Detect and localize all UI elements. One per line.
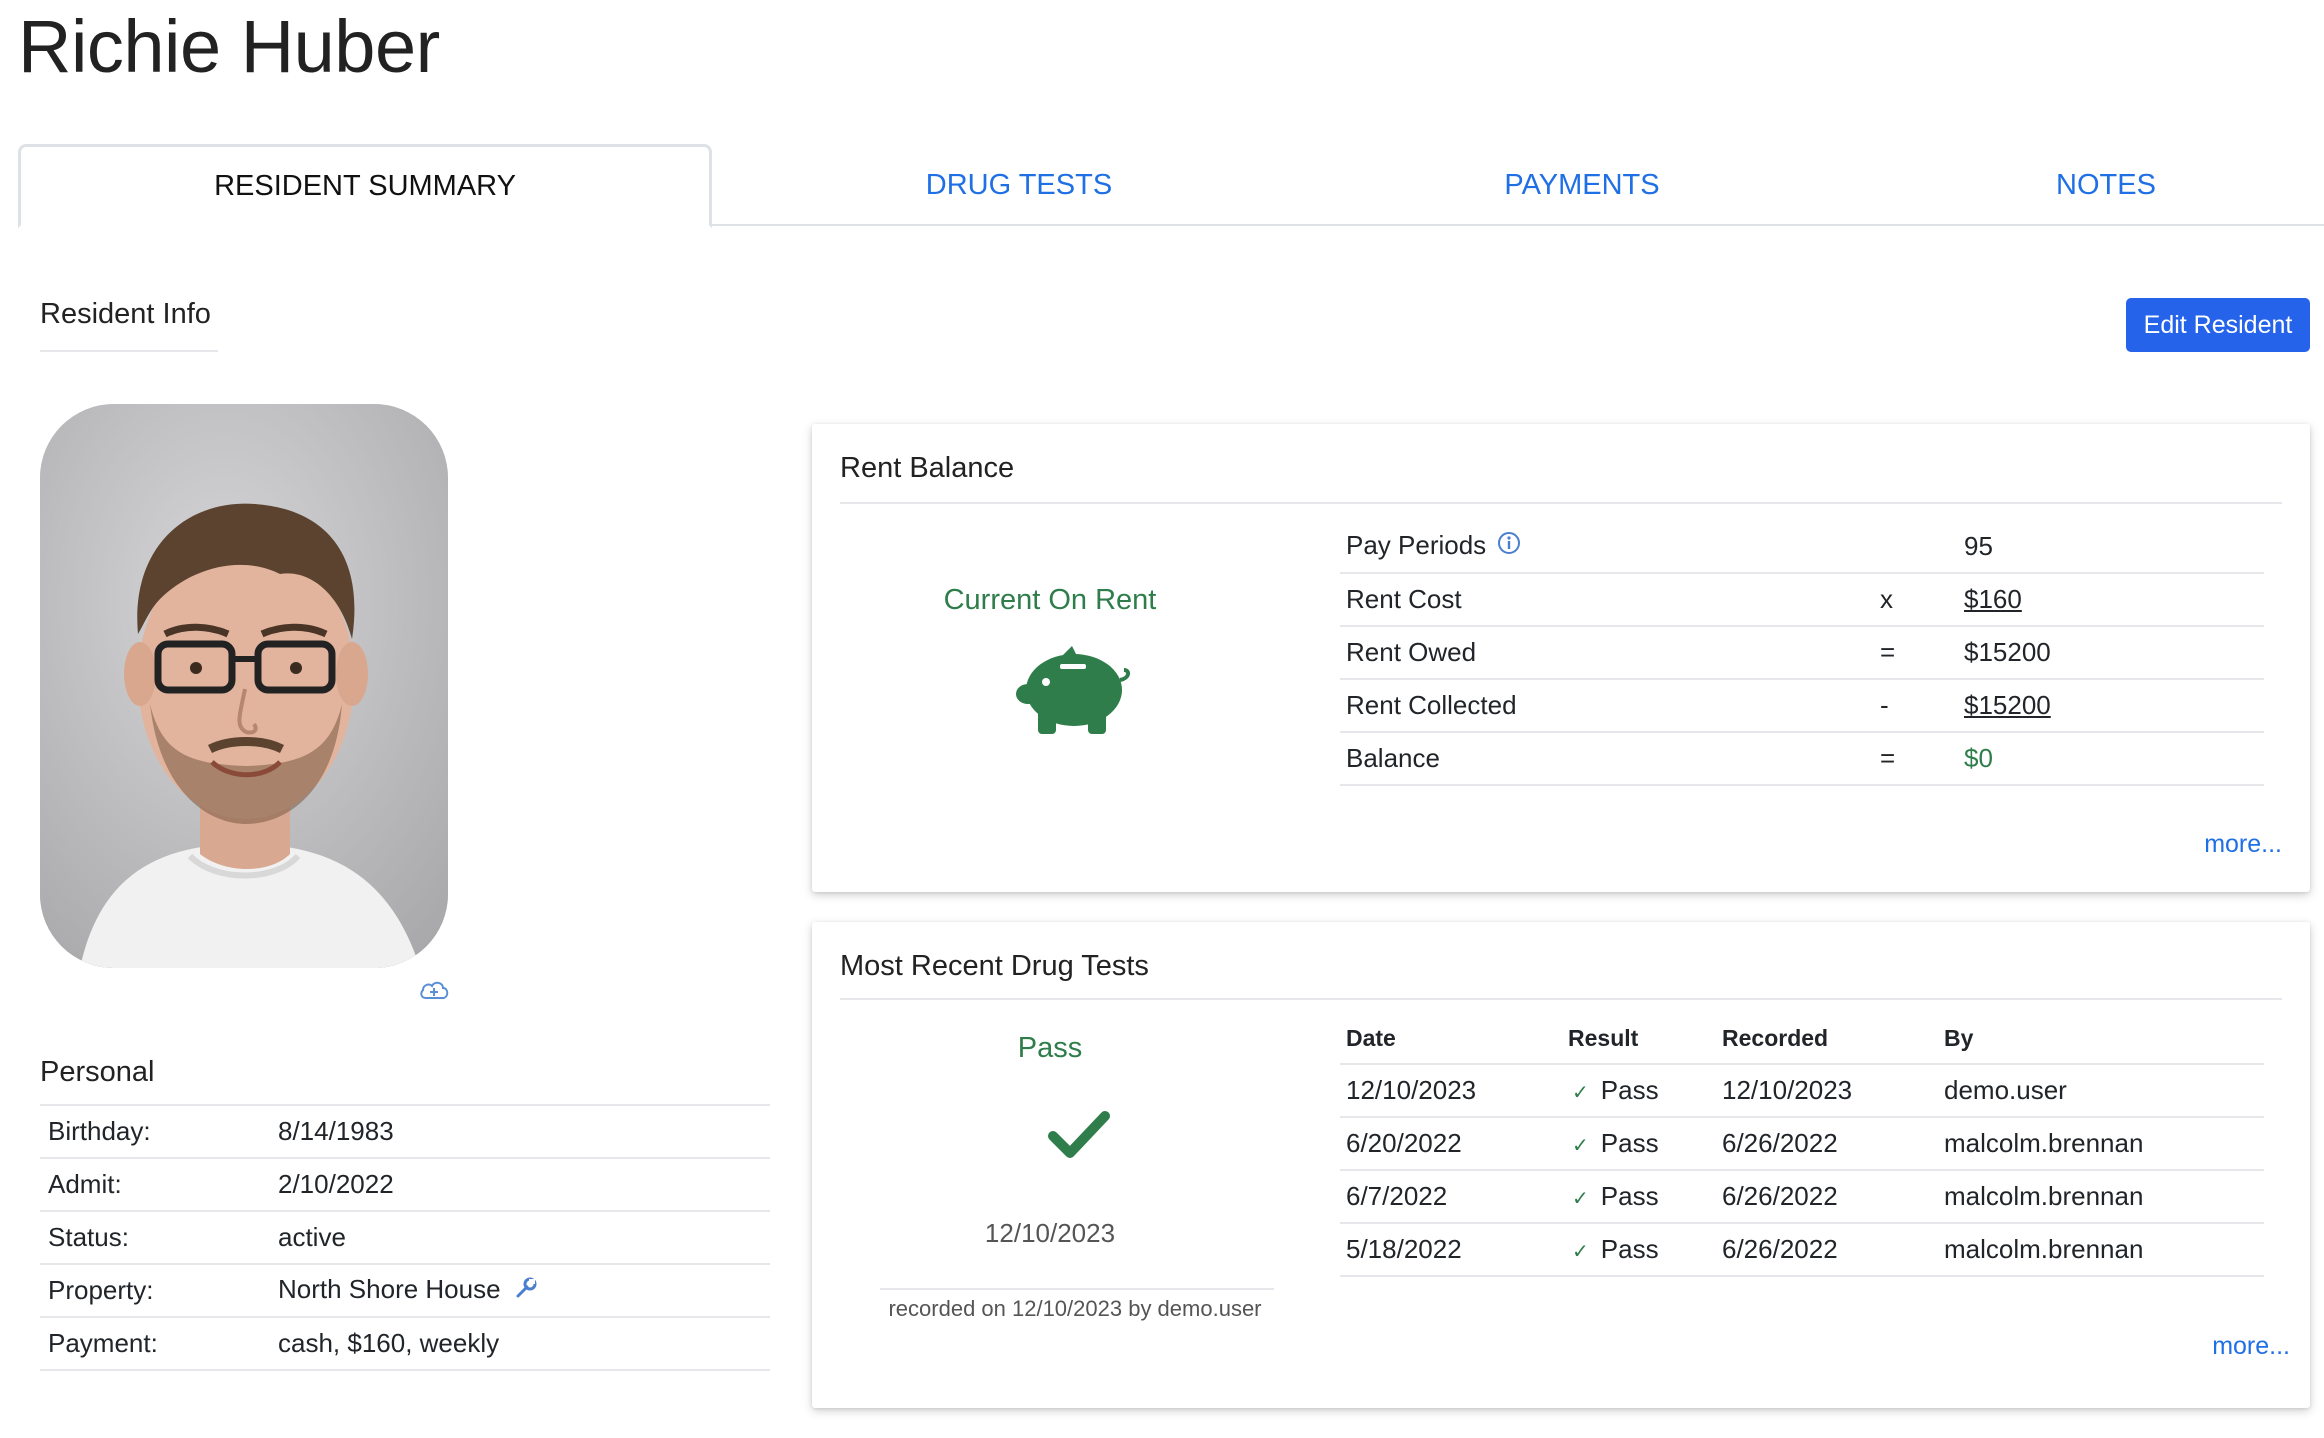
- table-row[interactable]: 5/18/2022 ✓ Pass 6/26/2022 malcolm.brenna…: [1340, 1223, 2264, 1277]
- test-by: demo.user: [1938, 1064, 2264, 1118]
- drug-tests-more-link[interactable]: more...: [2212, 1332, 2290, 1361]
- rent-more-link[interactable]: more...: [2204, 830, 2282, 859]
- rent-balance-title: Rent Balance: [840, 452, 1015, 484]
- rent-op: -: [1880, 679, 1964, 733]
- rent-value: $15200: [1964, 626, 2264, 680]
- rent-row-pay-periods: Pay Periods 95: [1340, 520, 2264, 574]
- personal-key: Status:: [40, 1210, 270, 1264]
- rent-op: [1880, 520, 1964, 574]
- test-result: Pass: [1600, 1234, 1659, 1264]
- personal-row-admit: Admit: 2/10/2022: [40, 1157, 770, 1211]
- rent-row-cost: Rent Cost x $160: [1340, 573, 2264, 627]
- table-row[interactable]: 12/10/2023 ✓ Pass 12/10/2023 demo.user: [1340, 1064, 2264, 1118]
- test-by: malcolm.brennan: [1938, 1223, 2264, 1277]
- rent-label: Rent Collected: [1340, 679, 1880, 733]
- tab-resident-summary[interactable]: RESIDENT SUMMARY: [18, 144, 712, 228]
- wrench-icon[interactable]: [514, 1276, 538, 1307]
- personal-row-payment: Payment: cash, $160, weekly: [40, 1316, 770, 1371]
- table-row[interactable]: 6/20/2022 ✓ Pass 6/26/2022 malcolm.brenna…: [1340, 1117, 2264, 1171]
- drug-tests-table: Date Result Recorded By 12/10/2023 ✓ Pass…: [1340, 1014, 2264, 1277]
- test-by: malcolm.brennan: [1938, 1117, 2264, 1171]
- col-by: By: [1938, 1014, 2264, 1065]
- cloud-upload-icon[interactable]: [418, 978, 450, 1002]
- test-recorded: 12/10/2023: [1716, 1064, 1938, 1118]
- personal-key: Admit:: [40, 1157, 270, 1211]
- test-result: Pass: [1600, 1075, 1659, 1105]
- check-icon: ✓: [1572, 1188, 1589, 1210]
- latest-result-label: Pass: [1017, 1032, 1083, 1064]
- drug-tests-card: Most Recent Drug Tests Pass 12/10/2023 r…: [812, 922, 2310, 1408]
- personal-row-birthday: Birthday: 8/14/1983: [40, 1104, 770, 1158]
- rent-balance-card: Rent Balance Current On Rent Pay Periods: [812, 424, 2310, 892]
- card-divider: [840, 998, 2282, 1000]
- personal-row-property: Property: North Shore House: [40, 1263, 770, 1317]
- rent-op: =: [1880, 732, 1964, 786]
- personal-value: active: [270, 1210, 770, 1264]
- rent-label: Rent Cost: [1340, 573, 1880, 627]
- resident-info-divider: [40, 350, 218, 352]
- rent-label: Pay Periods: [1346, 529, 1487, 560]
- test-date: 6/7/2022: [1340, 1170, 1562, 1224]
- tab-payments[interactable]: PAYMENTS: [1326, 144, 1838, 226]
- personal-key: Birthday:: [40, 1104, 270, 1158]
- test-result: Pass: [1600, 1128, 1659, 1158]
- edit-resident-button[interactable]: Edit Resident: [2126, 298, 2310, 352]
- check-icon: ✓: [1572, 1241, 1589, 1263]
- rent-row-collected: Rent Collected - $15200: [1340, 679, 2264, 733]
- recorded-note: recorded on 12/10/2023 by demo.user: [888, 1296, 1262, 1321]
- personal-value: 8/14/1983: [270, 1104, 770, 1158]
- personal-key: Property:: [40, 1263, 270, 1317]
- page-title: Richie Huber: [18, 5, 440, 88]
- personal-table: Birthday: 8/14/1983 Admit: 2/10/2022 Sta…: [40, 1104, 770, 1371]
- rent-cost-link[interactable]: $160: [1964, 584, 2022, 614]
- personal-heading: Personal: [40, 1056, 155, 1088]
- info-icon[interactable]: [1497, 531, 1521, 562]
- tab-bar: RESIDENT SUMMARY DRUG TESTS PAYMENTS NOT…: [18, 144, 2324, 228]
- rent-op: x: [1880, 573, 1964, 627]
- piggy-bank-icon: [1016, 644, 1134, 745]
- test-by: malcolm.brennan: [1938, 1170, 2264, 1224]
- test-date: 12/10/2023: [1340, 1064, 1562, 1118]
- test-result: Pass: [1600, 1181, 1659, 1211]
- test-date: 5/18/2022: [1340, 1223, 1562, 1277]
- table-row[interactable]: 6/7/2022 ✓ Pass 6/26/2022 malcolm.brennan: [1340, 1170, 2264, 1224]
- rent-row-owed: Rent Owed = $15200: [1340, 626, 2264, 680]
- rent-row-balance: Balance = $0: [1340, 732, 2264, 786]
- test-date: 6/20/2022: [1340, 1117, 1562, 1171]
- rent-status-label: Current On Rent: [943, 584, 1157, 616]
- test-recorded: 6/26/2022: [1716, 1117, 1938, 1171]
- check-icon: ✓: [1572, 1082, 1589, 1104]
- rent-label: Rent Owed: [1340, 626, 1880, 680]
- latest-test-divider: [880, 1288, 1274, 1290]
- rent-op: =: [1880, 626, 1964, 680]
- tab-notes[interactable]: NOTES: [1838, 144, 2324, 226]
- rent-label: Balance: [1340, 732, 1880, 786]
- col-date: Date: [1340, 1014, 1562, 1065]
- personal-value: 2/10/2022: [270, 1157, 770, 1211]
- test-recorded: 6/26/2022: [1716, 1170, 1938, 1224]
- drug-tests-title: Most Recent Drug Tests: [840, 950, 1149, 982]
- card-divider: [840, 502, 2282, 504]
- property-name: North Shore House: [278, 1274, 501, 1305]
- balance-value: $0: [1964, 732, 2264, 786]
- checkmark-icon: [1048, 1110, 1110, 1165]
- rent-value: 95: [1964, 520, 2264, 574]
- test-recorded: 6/26/2022: [1716, 1223, 1938, 1277]
- col-result: Result: [1562, 1014, 1716, 1065]
- resident-photo: [40, 404, 448, 968]
- personal-row-status: Status: active: [40, 1210, 770, 1264]
- tab-drug-tests[interactable]: DRUG TESTS: [712, 144, 1326, 226]
- table-header-row: Date Result Recorded By: [1340, 1014, 2264, 1065]
- check-icon: ✓: [1572, 1135, 1589, 1157]
- rent-balance-table: Pay Periods 95 Rent Cost x $160 Rent Owe…: [1340, 520, 2264, 786]
- col-recorded: Recorded: [1716, 1014, 1938, 1065]
- rent-collected-link[interactable]: $15200: [1964, 690, 2051, 720]
- latest-test-date: 12/10/2023: [984, 1218, 1116, 1248]
- personal-key: Payment:: [40, 1316, 270, 1371]
- resident-info-heading: Resident Info: [40, 298, 211, 330]
- personal-value: cash, $160, weekly: [270, 1316, 770, 1371]
